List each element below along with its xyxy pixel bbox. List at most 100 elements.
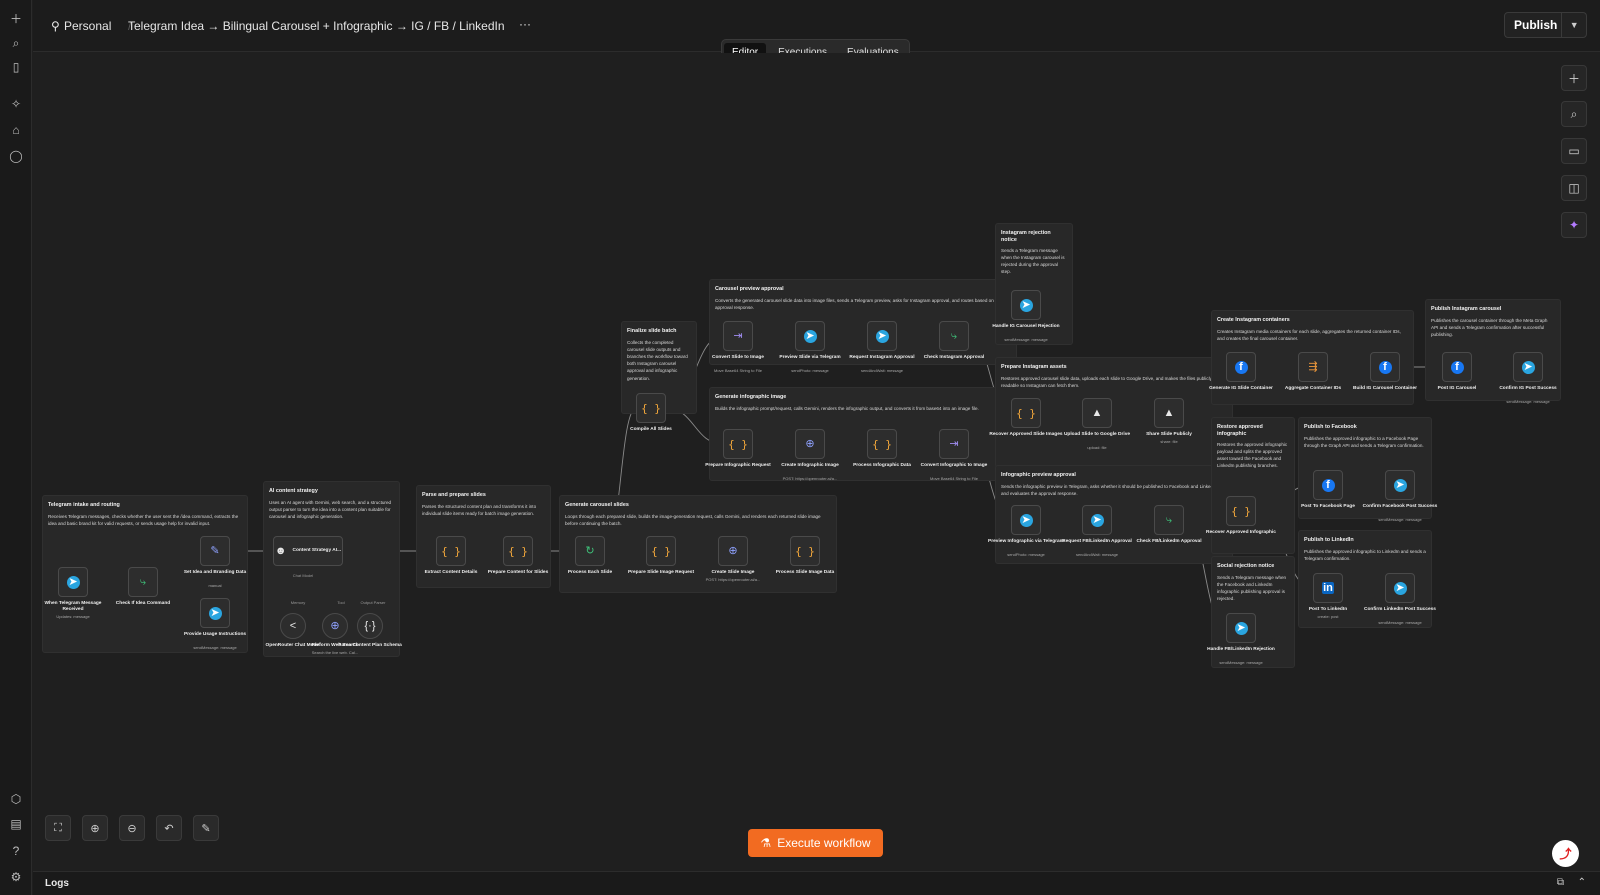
workspace-breadcrumb[interactable]: Personal (64, 19, 111, 33)
sticky-note-text: Restores approved carousel slide data, u… (1001, 376, 1212, 389)
sticky-note-button[interactable]: ▭ (1561, 138, 1587, 164)
workflow-node[interactable]: ↻ (575, 536, 605, 566)
flask-icon: ⚗ (760, 836, 772, 850)
node-label: Parse Content Plan Schema (338, 643, 402, 648)
telegram-icon: ➤ (1019, 298, 1033, 312)
add-icon[interactable]: ＋ (7, 9, 25, 27)
workflow-node[interactable]: { } (646, 536, 676, 566)
telegram-icon: ➤ (1393, 478, 1407, 492)
workflow-node[interactable]: { } (1011, 398, 1041, 428)
workflow-node[interactable]: { } (867, 429, 897, 459)
workflow-node[interactable]: ⊕ (718, 536, 748, 566)
workflow-node[interactable]: ⇶ (1298, 352, 1328, 382)
settings-icon[interactable]: ⚙ (7, 868, 25, 886)
workflow-node[interactable]: ⤷ (128, 567, 158, 597)
telegram-icon: ➤ (803, 329, 817, 343)
workflow-node[interactable]: ⇥ (723, 321, 753, 351)
workflow-node[interactable]: f (1226, 352, 1256, 382)
node-label: Prepare Infographic Request (705, 463, 771, 468)
switch-icon: ⤷ (1165, 513, 1173, 526)
insights-icon[interactable]: ▤ (7, 815, 25, 833)
workflow-node[interactable]: {·} (357, 613, 383, 639)
workflow-node[interactable]: ⤷ (1154, 505, 1184, 535)
publish-button[interactable]: Publish ▼ (1504, 12, 1587, 38)
workflow-canvas[interactable]: Telegram intake and routing Receives Tele… (33, 53, 1600, 871)
workflow-node[interactable]: ✎ (200, 536, 230, 566)
node-label: Prepare Slide Image Request (627, 570, 695, 575)
sticky-note-text: Loops through each prepared slide, build… (565, 514, 821, 527)
workflow-node[interactable]: ➤ (795, 321, 825, 351)
workflow-node[interactable]: in (1313, 573, 1343, 603)
search-nodes-button[interactable]: ⌕ (1561, 101, 1587, 127)
user-icon[interactable]: ◯ (7, 147, 25, 165)
workflow-node[interactable]: ➤ (1082, 505, 1112, 535)
node-subtitle: sendMessage: message (1219, 660, 1263, 665)
node-label: Prepare Content for Slides (487, 570, 549, 575)
workflow-node[interactable]: ⤷ (939, 321, 969, 351)
home-icon[interactable]: ⌂ (7, 121, 25, 139)
sticky-note-text: Builds the infographic prompt/request, c… (715, 406, 979, 411)
workflow-node[interactable]: < (280, 613, 306, 639)
sticky-note[interactable]: Carousel preview approval Converts the ge… (709, 279, 1017, 365)
help-icon[interactable]: ? (7, 842, 25, 860)
workflow-node[interactable]: ➤ (1011, 290, 1041, 320)
node-label: Process Each Slide (567, 570, 613, 575)
sticky-note-title: Generate carousel slides (565, 502, 629, 508)
openrouter-icon: < (289, 619, 297, 632)
node-subtitle: sendPhoto: message (1007, 552, 1045, 557)
publish-label[interactable]: Publish (1505, 18, 1561, 32)
fit-view-icon[interactable]: ⛶ (45, 815, 71, 841)
workflow-node[interactable]: { } (723, 429, 753, 459)
workflow-node[interactable]: ➤ (58, 567, 88, 597)
workflow-node[interactable]: { } (503, 536, 533, 566)
workflow-node[interactable]: ➤ (1513, 352, 1543, 382)
panel-toggle-icon[interactable]: ▯ (7, 58, 25, 76)
sidebar-panel-button[interactable]: ◫ (1561, 175, 1587, 201)
workflow-node[interactable]: { } (636, 393, 666, 423)
workflow-node[interactable]: ▲ (1082, 398, 1112, 428)
workflow-node[interactable]: ⊕ (322, 613, 348, 639)
undo-icon[interactable]: ↶ (156, 815, 182, 841)
chevron-up-icon[interactable]: ⌃ (1578, 877, 1586, 888)
workflow-node[interactable]: { } (1226, 496, 1256, 526)
workflow-node[interactable]: ☻ Content Strategy AI... (273, 536, 343, 566)
chevron-down-icon[interactable]: ▼ (1561, 13, 1586, 37)
workflow-node[interactable]: ➤ (1226, 613, 1256, 643)
workflow-node[interactable]: ➤ (1011, 505, 1041, 535)
node-subtitle: Updates: message (56, 614, 90, 619)
pdf-extension-icon[interactable]: ⤴ (1552, 840, 1579, 867)
execute-workflow-button[interactable]: ⚗ Execute workflow (748, 829, 883, 857)
search-icon[interactable]: ⌕ (7, 34, 25, 52)
node-label: Confirm Facebook Post Success (1362, 504, 1438, 509)
execute-workflow-label[interactable]: Execute workflow (777, 836, 870, 850)
workflow-node[interactable]: ➤ (1385, 573, 1415, 603)
zoom-out-icon[interactable]: ⊖ (119, 815, 145, 841)
templates-icon[interactable]: ✧ (7, 95, 25, 113)
more-options-button[interactable]: ··· (519, 17, 531, 31)
sticky-note-text: Restores the approved infographic payloa… (1217, 442, 1288, 469)
agent-port-label: Output Parser (360, 600, 386, 605)
logs-panel[interactable]: Logs ⧉ ⌃ (33, 871, 1600, 895)
workflow-node[interactable]: ⊕ (795, 429, 825, 459)
ai-assistant-button[interactable]: ✦ (1561, 212, 1587, 238)
workflow-node[interactable]: { } (790, 536, 820, 566)
cube-icon[interactable]: ⬡ (7, 790, 25, 808)
workflow-node[interactable]: ➤ (200, 598, 230, 628)
workflow-node[interactable]: f (1370, 352, 1400, 382)
tidy-up-icon[interactable]: ✎ (193, 815, 219, 841)
sticky-note-text: Converts the generated carousel slide da… (715, 298, 1002, 311)
robot-icon: ☻ (274, 544, 287, 557)
workflow-node[interactable]: ➤ (867, 321, 897, 351)
add-node-button[interactable]: ＋ (1561, 65, 1587, 91)
workflow-node[interactable]: ⇥ (939, 429, 969, 459)
logs-label[interactable]: Logs (45, 878, 69, 889)
workflow-node[interactable]: ➤ (1385, 470, 1415, 500)
zoom-in-icon[interactable]: ⊕ (82, 815, 108, 841)
code-icon: { } (641, 401, 661, 415)
workflow-title[interactable]: Telegram Idea → Bilingual Carousel + Inf… (128, 19, 505, 33)
popout-icon[interactable]: ⧉ (1557, 877, 1564, 888)
workflow-node[interactable]: f (1313, 470, 1343, 500)
workflow-node[interactable]: { } (436, 536, 466, 566)
workflow-node[interactable]: ▲ (1154, 398, 1184, 428)
workflow-node[interactable]: f (1442, 352, 1472, 382)
